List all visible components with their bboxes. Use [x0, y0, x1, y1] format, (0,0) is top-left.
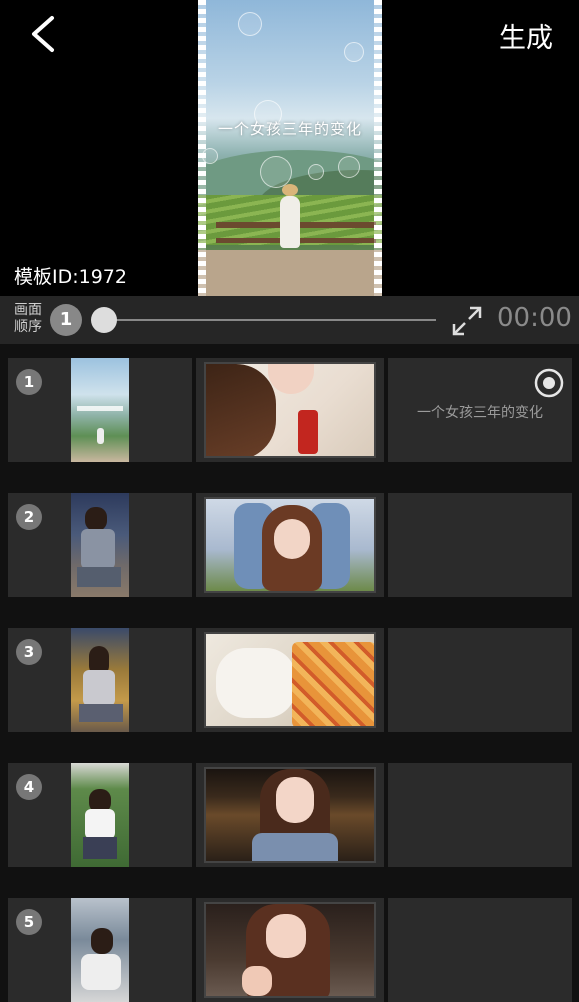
thumb-shirt — [81, 954, 121, 990]
scene-thumbnail — [71, 763, 129, 867]
scene-photo-cell[interactable] — [196, 493, 384, 597]
scene-template-cell[interactable]: 1 — [8, 358, 192, 462]
scene-photo — [204, 902, 376, 998]
scene-text-cell[interactable] — [388, 763, 572, 867]
scene-text-cell[interactable] — [388, 628, 572, 732]
bubble-decoration — [338, 156, 360, 178]
template-preview[interactable]: 一个女孩三年的变化 — [198, 0, 382, 296]
scene-photo — [204, 632, 376, 728]
scene-photo — [204, 362, 376, 458]
preview-hat — [282, 184, 298, 196]
thumb-hair — [91, 928, 113, 954]
scene-row[interactable]: 1 一个女孩三年的变化 — [8, 358, 572, 462]
scene-thumbnail — [71, 493, 129, 597]
time-display: 00:00 — [497, 303, 572, 333]
progress-track[interactable] — [104, 319, 436, 321]
scene-text-cell[interactable] — [388, 898, 572, 1002]
photo-pillow — [216, 648, 296, 718]
back-arrow-icon — [32, 16, 54, 52]
scene-photo-cell[interactable] — [196, 628, 384, 732]
scene-number: 5 — [16, 909, 42, 935]
thumb-skirt — [83, 837, 117, 859]
thumb-hair — [85, 507, 107, 531]
scene-thumbnail — [71, 898, 129, 1002]
eye-icon — [534, 368, 564, 398]
preview-border — [374, 0, 382, 296]
photo-face — [268, 364, 314, 394]
preview-border — [198, 0, 206, 296]
template-id-label: 模板ID:1972 — [14, 266, 127, 288]
photo-hand — [242, 966, 272, 996]
scene-template-cell[interactable]: 4 — [8, 763, 192, 867]
scene-row[interactable]: 3 — [8, 628, 572, 732]
scene-photo-cell[interactable] — [196, 898, 384, 1002]
progress-slider-knob[interactable] — [91, 307, 117, 333]
back-button[interactable] — [22, 12, 66, 56]
scene-row[interactable]: 5 — [8, 898, 572, 1002]
thumb-skirt — [79, 704, 123, 722]
scene-number: 2 — [16, 504, 42, 530]
bubble-decoration — [238, 12, 262, 36]
scene-photo-cell[interactable] — [196, 763, 384, 867]
scene-photo-cell[interactable] — [196, 358, 384, 462]
scene-text-cell[interactable] — [388, 493, 572, 597]
photo-face — [276, 777, 314, 823]
bubble-decoration — [308, 164, 324, 180]
preview-header: 生成 一个女孩三年的变化 模板ID:1972 — [0, 0, 579, 296]
thumb-uniform — [81, 529, 115, 569]
scene-template-cell[interactable]: 5 — [8, 898, 192, 1002]
bubble-decoration — [260, 156, 292, 188]
scene-thumbnail — [71, 358, 129, 462]
scene-number: 3 — [16, 639, 42, 665]
expand-button[interactable] — [450, 304, 484, 338]
photo-face — [266, 914, 306, 958]
scene-row[interactable]: 4 — [8, 763, 572, 867]
thumb-figure — [97, 428, 104, 444]
visibility-toggle[interactable] — [534, 368, 564, 398]
expand-icon — [452, 306, 482, 336]
scene-row[interactable]: 2 — [8, 493, 572, 597]
scene-number: 4 — [16, 774, 42, 800]
scene-number: 1 — [16, 369, 42, 395]
thumb-shirt — [85, 809, 115, 839]
bubble-decoration — [344, 42, 364, 62]
photo-plaid-skirt — [292, 642, 374, 726]
scene-text-cell[interactable]: 一个女孩三年的变化 — [388, 358, 572, 462]
scene-thumbnail — [71, 628, 129, 732]
preview-figure — [280, 196, 300, 248]
scene-template-cell[interactable]: 3 — [8, 628, 192, 732]
preview-deck — [198, 250, 382, 296]
order-label: 画面顺序 — [14, 302, 42, 335]
scene-photo — [204, 767, 376, 863]
photo-hair — [206, 364, 276, 456]
order-badge[interactable]: 1 — [50, 304, 82, 336]
photo-bottle — [298, 410, 318, 454]
thumb-skirt — [77, 567, 121, 587]
thumb-uniform — [83, 670, 115, 706]
photo-jacket — [252, 833, 338, 861]
generate-button[interactable]: 生成 — [499, 16, 553, 55]
scene-photo — [204, 497, 376, 593]
thumb-caption-line — [77, 406, 123, 411]
preview-title: 一个女孩三年的变化 — [217, 120, 362, 138]
scene-caption: 一个女孩三年的变化 — [417, 405, 543, 421]
scene-template-cell[interactable]: 2 — [8, 493, 192, 597]
photo-face — [274, 519, 310, 559]
